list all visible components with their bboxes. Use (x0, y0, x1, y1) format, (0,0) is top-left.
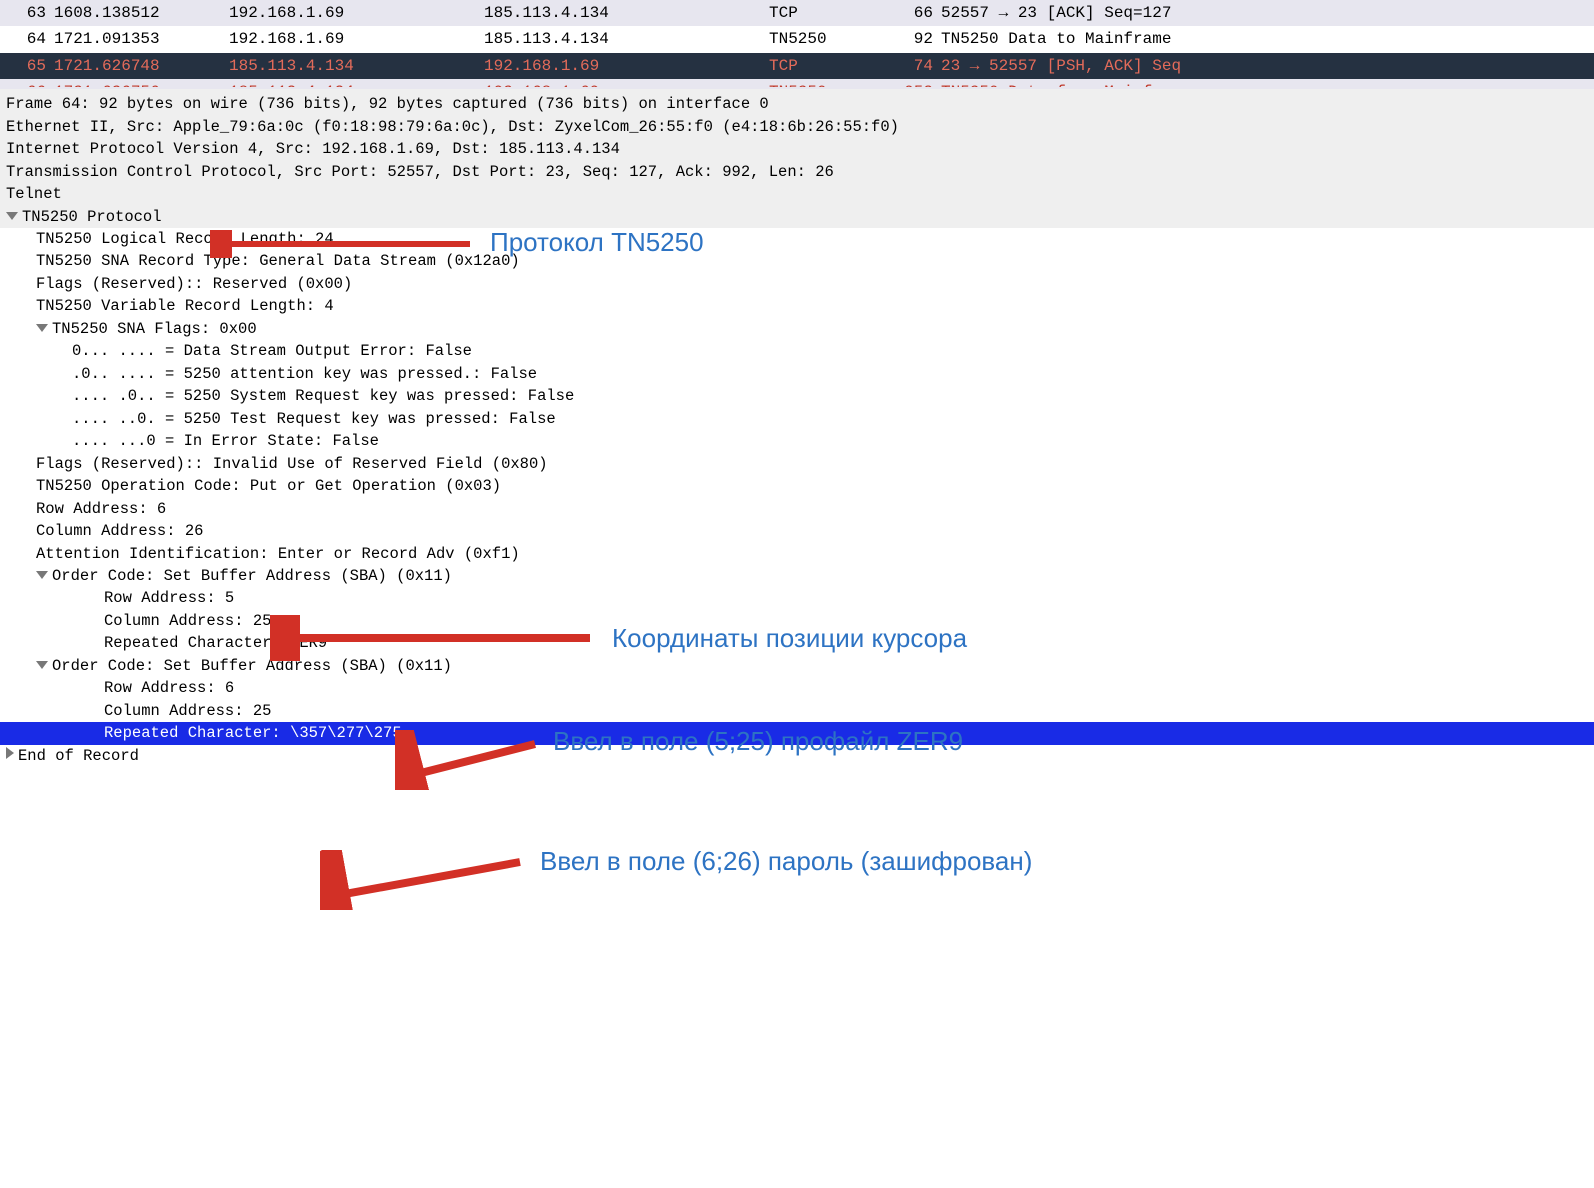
detail-flags-r[interactable]: Flags (Reserved):: Reserved (0x00) (0, 273, 1594, 295)
detail-lrl[interactable]: TN5250 Logical Record Length: 24 (0, 228, 1594, 250)
packet-row[interactable]: 63 1608.138512 192.168.1.69 185.113.4.13… (0, 0, 1594, 26)
detail-col25a[interactable]: Column Address: 25 (0, 610, 1594, 632)
detail-oc2-text: Order Code: Set Buffer Address (SBA) (0x… (52, 657, 452, 675)
packet-row[interactable]: 66 1721.626756 185.113.4.134 192.168.1.6… (0, 79, 1594, 89)
detail-attn-id[interactable]: Attention Identification: Enter or Recor… (0, 543, 1594, 565)
pkt-no: 64 (4, 28, 54, 50)
pkt-time: 1721.626756 (54, 81, 229, 87)
detail-ip[interactable]: Internet Protocol Version 4, Src: 192.16… (0, 138, 1594, 160)
packet-row-selected[interactable]: 65 1721.626748 185.113.4.134 192.168.1.6… (0, 53, 1594, 79)
pkt-dst: 185.113.4.134 (484, 2, 769, 24)
pkt-len: 74 (891, 55, 941, 77)
detail-sna-flags[interactable]: TN5250 SNA Flags: 0x00 (0, 318, 1594, 340)
arrow-icon (320, 850, 530, 910)
pkt-src: 192.168.1.69 (229, 2, 484, 24)
detail-eor-text: End of Record (18, 747, 139, 765)
pkt-info: TN5250 Data to Mainframe (941, 28, 1590, 50)
pkt-time: 1721.626748 (54, 55, 229, 77)
detail-eor[interactable]: End of Record (0, 745, 1594, 767)
pkt-dst: 185.113.4.134 (484, 28, 769, 50)
detail-rep1[interactable]: Repeated Character: ZER9 (0, 632, 1594, 654)
detail-sna-rt[interactable]: TN5250 SNA Record Type: General Data Str… (0, 250, 1594, 272)
pkt-src: 185.113.4.134 (229, 55, 484, 77)
pkt-src: 192.168.1.69 (229, 28, 484, 50)
detail-tcp[interactable]: Transmission Control Protocol, Src Port:… (0, 161, 1594, 183)
detail-row-addr[interactable]: Row Address: 6 (0, 498, 1594, 520)
pkt-no: 65 (4, 55, 54, 77)
detail-rep2-selected[interactable]: Repeated Character: \357\277\275 (0, 722, 1594, 744)
pkt-proto: TCP (769, 55, 891, 77)
detail-flags-inv[interactable]: Flags (Reserved):: Invalid Use of Reserv… (0, 453, 1594, 475)
disclosure-triangle-icon[interactable] (36, 571, 48, 579)
detail-frame[interactable]: Frame 64: 92 bytes on wire (736 bits), 9… (0, 93, 1594, 115)
detail-col25b[interactable]: Column Address: 25 (0, 700, 1594, 722)
detail-tn5250[interactable]: TN5250 Protocol (0, 206, 1594, 228)
detail-sf2[interactable]: .... .0.. = 5250 System Request key was … (0, 385, 1594, 407)
pkt-src: 185.113.4.134 (229, 81, 484, 87)
detail-order-code-1[interactable]: Order Code: Set Buffer Address (SBA) (0x… (0, 565, 1594, 587)
disclosure-triangle-icon[interactable] (6, 747, 14, 759)
packet-row[interactable]: 64 1721.091353 192.168.1.69 185.113.4.13… (0, 26, 1594, 52)
pkt-info: TN5250 Data from Mainframe (941, 81, 1590, 87)
pkt-len: 66 (891, 2, 941, 24)
packet-details-pane[interactable]: Frame 64: 92 bytes on wire (736 bits), 9… (0, 89, 1594, 767)
detail-eth[interactable]: Ethernet II, Src: Apple_79:6a:0c (f0:18:… (0, 116, 1594, 138)
detail-row6[interactable]: Row Address: 6 (0, 677, 1594, 699)
pkt-proto: TN5250 (769, 81, 891, 87)
disclosure-triangle-icon[interactable] (6, 212, 18, 220)
pkt-no: 63 (4, 2, 54, 24)
detail-row5[interactable]: Row Address: 5 (0, 587, 1594, 609)
packet-list[interactable]: 63 1608.138512 192.168.1.69 185.113.4.13… (0, 0, 1594, 89)
pkt-proto: TCP (769, 2, 891, 24)
pkt-dst: 192.168.1.69 (484, 55, 769, 77)
detail-telnet[interactable]: Telnet (0, 183, 1594, 205)
disclosure-triangle-icon[interactable] (36, 324, 48, 332)
pkt-time: 1608.138512 (54, 2, 229, 24)
pkt-proto: TN5250 (769, 28, 891, 50)
pkt-info: 52557 → 23 [ACK] Seq=127 (941, 2, 1590, 24)
pkt-dst: 192.168.1.69 (484, 81, 769, 87)
pkt-len: 953 (891, 81, 941, 87)
detail-sna-flags-text: TN5250 SNA Flags: 0x00 (52, 320, 257, 338)
detail-sf0[interactable]: 0... .... = Data Stream Output Error: Fa… (0, 340, 1594, 362)
detail-sf4[interactable]: .... ...0 = In Error State: False (0, 430, 1594, 452)
detail-oc1-text: Order Code: Set Buffer Address (SBA) (0x… (52, 567, 452, 585)
detail-tn5250-text: TN5250 Protocol (22, 208, 162, 226)
detail-order-code-2[interactable]: Order Code: Set Buffer Address (SBA) (0x… (0, 655, 1594, 677)
detail-sf1[interactable]: .0.. .... = 5250 attention key was press… (0, 363, 1594, 385)
detail-col-addr[interactable]: Column Address: 26 (0, 520, 1594, 542)
pkt-len: 92 (891, 28, 941, 50)
annotation-label-password: Ввел в поле (6;26) пароль (зашифрован) (540, 846, 1032, 877)
pkt-time: 1721.091353 (54, 28, 229, 50)
pkt-no: 66 (4, 81, 54, 87)
detail-vrl[interactable]: TN5250 Variable Record Length: 4 (0, 295, 1594, 317)
disclosure-triangle-icon[interactable] (36, 661, 48, 669)
detail-sf3[interactable]: .... ..0. = 5250 Test Request key was pr… (0, 408, 1594, 430)
detail-opcode[interactable]: TN5250 Operation Code: Put or Get Operat… (0, 475, 1594, 497)
pkt-info: 23 → 52557 [PSH, ACK] Seq (941, 55, 1590, 77)
